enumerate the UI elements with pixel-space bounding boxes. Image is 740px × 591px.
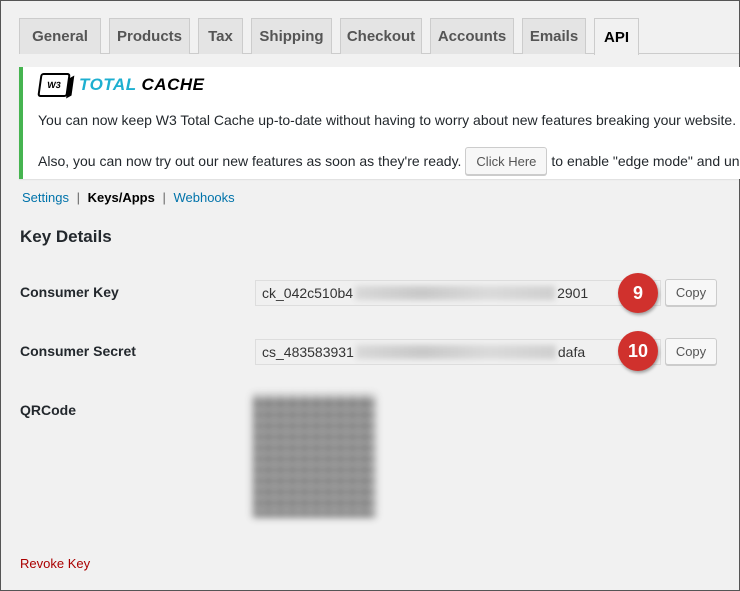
w3-logo-icon: W3 xyxy=(37,73,71,97)
consumer-key-field[interactable]: ck_042c510b4 2901 xyxy=(255,280,661,306)
tab-products[interactable]: Products xyxy=(109,18,190,54)
w3-total-cache-logo: W3 TOTAL CACHE xyxy=(37,71,205,99)
subnav-separator: | xyxy=(76,190,80,205)
redacted-blur xyxy=(355,286,556,300)
callout-badge-9: 9 xyxy=(618,273,658,313)
tab-checkout[interactable]: Checkout xyxy=(340,18,422,54)
callout-badge-10: 10 xyxy=(618,331,658,371)
subnav-webhooks-link[interactable]: Webhooks xyxy=(173,190,234,205)
w3-total-cache-notice: W3 TOTAL CACHE You can now keep W3 Total… xyxy=(19,67,740,179)
tab-general[interactable]: General xyxy=(19,18,101,54)
subnav-keys-apps[interactable]: Keys/Apps xyxy=(88,190,155,205)
redacted-blur xyxy=(355,345,556,359)
subnav-separator: | xyxy=(162,190,166,205)
settings-tabs: General Products Tax Shipping Checkout A… xyxy=(19,18,739,55)
tab-emails[interactable]: Emails xyxy=(522,18,586,54)
click-here-button[interactable]: Click Here xyxy=(465,147,548,175)
tab-api[interactable]: API xyxy=(594,18,639,55)
consumer-secret-label: Consumer Secret xyxy=(20,343,136,359)
section-heading: Key Details xyxy=(20,227,112,246)
copy-consumer-secret-button[interactable]: Copy xyxy=(665,338,717,365)
copy-consumer-key-button[interactable]: Copy xyxy=(665,279,717,306)
qrcode-image xyxy=(253,395,375,517)
notice-line-1: You can now keep W3 Total Cache up-to-da… xyxy=(38,112,740,128)
consumer-secret-field[interactable]: cs_483583931 dafa xyxy=(255,339,661,365)
subnav-settings-link[interactable]: Settings xyxy=(22,190,69,205)
tab-tax[interactable]: Tax xyxy=(198,18,243,54)
qrcode-label: QRCode xyxy=(20,402,76,418)
tab-shipping[interactable]: Shipping xyxy=(251,18,332,54)
logo-wordmark: TOTAL CACHE xyxy=(79,75,205,94)
tab-accounts[interactable]: Accounts xyxy=(430,18,514,54)
api-subnav: Settings | Keys/Apps | Webhooks xyxy=(22,190,235,205)
notice-line-2: Also, you can now try out our new featur… xyxy=(38,147,740,175)
consumer-key-label: Consumer Key xyxy=(20,284,119,300)
revoke-key-link[interactable]: Revoke Key xyxy=(20,556,90,571)
